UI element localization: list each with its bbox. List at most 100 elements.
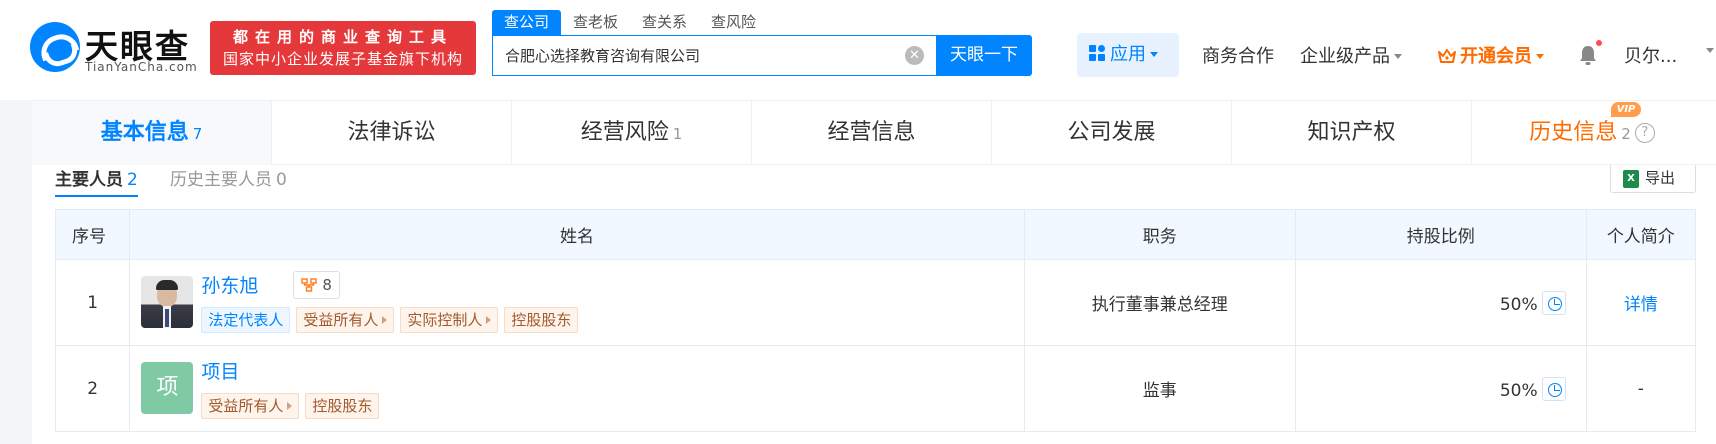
row-index: 2 <box>54 345 131 432</box>
share-cell: 50% <box>1294 259 1587 346</box>
position-cell: 执行董事兼总经理 <box>1023 259 1296 346</box>
relation-graph-icon <box>301 278 318 292</box>
chevron-down-icon <box>1150 52 1158 57</box>
export-label: 导出 <box>1645 169 1676 187</box>
subtab-key-personnel[interactable]: 主要人员 2 <box>55 165 138 197</box>
subtab-label: 主要人员 <box>55 170 123 190</box>
top-bar: 天眼查 TianYanCha.com 都在用的商业查询工具 国家中小企业发展子基… <box>0 0 1716 100</box>
tag-actual-controller[interactable]: 实际控制人 <box>400 307 499 333</box>
bell-icon[interactable] <box>1578 44 1598 66</box>
avatar[interactable] <box>141 276 194 328</box>
tab-legal[interactable]: 法律诉讼 <box>272 101 512 165</box>
tab-count: 7 <box>192 125 203 143</box>
share-cell: 50% <box>1294 345 1587 432</box>
chevron-down-icon <box>1536 54 1544 59</box>
user-menu-caret[interactable] <box>1706 40 1716 61</box>
person-info: 项 项目 受益所有人 控股股东 <box>130 346 1023 431</box>
person-cell: 项 项目 受益所有人 控股股东 <box>129 345 1025 432</box>
clear-icon[interactable]: ✕ <box>905 46 924 65</box>
tag-legal-rep[interactable]: 法定代表人 <box>201 307 291 333</box>
intro-cell: - <box>1585 345 1697 432</box>
tag-controlling-shareholder[interactable]: 控股股东 <box>504 307 579 333</box>
tab-history[interactable]: 历史信息 2? <box>1472 101 1712 165</box>
table-row: 1 孙东旭 8 法定代表人 受益所有人 实际控制人 控股股东 执行董事兼总经理 … <box>54 259 1697 346</box>
slogan-banner: 都在用的商业查询工具 国家中小企业发展子基金旗下机构 <box>210 21 476 75</box>
search-tab-risk[interactable]: 查风险 <box>699 10 768 35</box>
tab-label: 历史信息 <box>1529 120 1618 145</box>
tab-label: 知识产权 <box>1307 120 1396 145</box>
tab-label: 经营风险 <box>580 120 669 145</box>
table-row: 2 项 项目 受益所有人 控股股东 监事 50% - <box>54 345 1697 432</box>
search-tab-boss[interactable]: 查老板 <box>561 10 630 35</box>
subtab-count: 0 <box>276 170 287 190</box>
slogan-line-1: 都在用的商业查询工具 <box>232 28 453 46</box>
tab-label: 基本信息 <box>100 120 189 145</box>
search-input[interactable] <box>493 36 893 75</box>
nav-enterprise-label: 企业级产品 <box>1300 46 1390 67</box>
tab-ip[interactable]: 知识产权 <box>1232 101 1472 165</box>
pie-chart-icon[interactable] <box>1541 376 1566 401</box>
pie-chart-icon[interactable] <box>1541 290 1566 315</box>
search-tab-company[interactable]: 查公司 <box>492 10 562 35</box>
search-box: ✕ <box>492 35 936 76</box>
main-tab-bar: 基本信息 7 法律诉讼 经营风险 1 经营信息 公司发展 知识产权 历史信息 2? <box>32 100 1716 165</box>
position-cell: 监事 <box>1023 345 1296 432</box>
logo-domain: TianYanCha.com <box>85 60 198 74</box>
tab-count: 2 <box>1621 125 1631 143</box>
table-header-row: 序号 姓名 职务 持股比例 个人简介 <box>54 209 1697 260</box>
tab-operation-info[interactable]: 经营信息 <box>752 101 992 165</box>
nav-business[interactable]: 商务合作 <box>1202 42 1274 68</box>
tag-controlling-shareholder[interactable]: 控股股东 <box>305 393 380 419</box>
app-menu-button[interactable]: 应用 <box>1077 33 1179 77</box>
column-header: 序号 <box>54 209 131 260</box>
tab-label: 公司发展 <box>1067 120 1156 145</box>
search-tab-relation[interactable]: 查关系 <box>630 10 699 35</box>
help-icon[interactable]: ? <box>1634 123 1655 143</box>
share-value: 50% <box>1499 294 1538 315</box>
person-cell: 孙东旭 8 法定代表人 受益所有人 实际控制人 控股股东 <box>129 259 1025 346</box>
subtab-history-personnel[interactable]: 历史主要人员 0 <box>170 165 287 190</box>
relation-count: 8 <box>322 276 332 294</box>
tag-beneficial-owner[interactable]: 受益所有人 <box>296 307 395 333</box>
subtab-label: 历史主要人员 <box>170 170 272 190</box>
crown-icon <box>1438 49 1456 63</box>
tab-label: 经营信息 <box>827 120 916 145</box>
key-personnel-section: 主要人员 2 历史主要人员 0 X 导出 序号 姓名 职务 持股比例 个人简介 1 孙… <box>32 165 1716 444</box>
export-button[interactable]: X 导出 <box>1610 165 1696 193</box>
logo[interactable]: 天眼查 TianYanCha.com <box>30 20 205 74</box>
row-index: 1 <box>54 259 131 346</box>
person-info: 孙东旭 8 法定代表人 受益所有人 实际控制人 控股股东 <box>130 260 1023 345</box>
slogan-line-2: 国家中小企业发展子基金旗下机构 <box>222 50 463 68</box>
search-button[interactable]: 天眼一下 <box>936 35 1032 76</box>
column-header: 职务 <box>1023 209 1296 260</box>
share-value: 50% <box>1499 380 1538 401</box>
app-menu-label: 应用 <box>1110 44 1146 65</box>
person-name-link[interactable]: 孙东旭 <box>201 271 258 298</box>
tab-basic-info[interactable]: 基本信息 7 <box>32 101 272 165</box>
tab-company-dev[interactable]: 公司发展 <box>992 101 1232 165</box>
person-name-link[interactable]: 项目 <box>201 357 239 384</box>
tab-operation-risk[interactable]: 经营风险 1 <box>512 101 752 165</box>
grid-icon <box>1089 45 1106 62</box>
column-header: 姓名 <box>129 209 1025 260</box>
chevron-down-icon <box>1706 48 1714 53</box>
tag-beneficial-owner[interactable]: 受益所有人 <box>201 393 300 419</box>
search-type-tabs: 查公司 查老板 查关系 查风险 <box>492 10 768 35</box>
user-name: 贝尔... <box>1624 46 1678 67</box>
detail-link[interactable]: 详情 <box>1624 295 1658 315</box>
column-header: 持股比例 <box>1294 209 1587 260</box>
avatar[interactable]: 项 <box>141 362 194 414</box>
nav-enterprise[interactable]: 企业级产品 <box>1300 42 1402 68</box>
intro-cell: 详情 <box>1585 259 1697 346</box>
notification-dot <box>1596 40 1602 46</box>
tab-count: 1 <box>672 125 683 143</box>
logo-eye-icon <box>30 22 80 72</box>
nav-vip-label: 开通会员 <box>1460 46 1532 67</box>
relation-count-badge[interactable]: 8 <box>293 271 340 299</box>
chevron-down-icon <box>1394 54 1402 59</box>
person-tags: 法定代表人 受益所有人 实际控制人 控股股东 <box>201 307 579 333</box>
user-menu[interactable]: 贝尔... <box>1624 42 1677 68</box>
nav-vip[interactable]: 开通会员 <box>1438 42 1544 68</box>
subtab-count: 2 <box>127 170 138 190</box>
column-header: 个人简介 <box>1585 209 1697 260</box>
